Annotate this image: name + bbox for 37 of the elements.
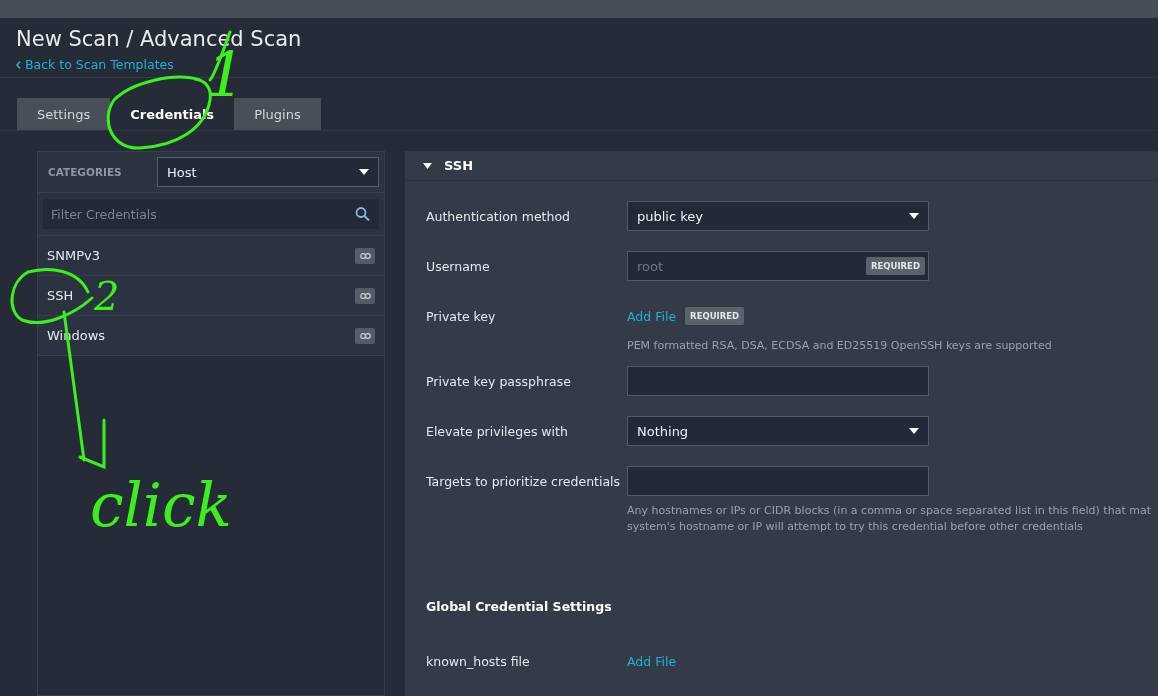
categories-label: CATEGORIES [48, 166, 122, 178]
required-badge: REQUIRED [865, 257, 925, 275]
tab[interactable]: Settings [17, 98, 111, 130]
annotation-text: 2 [94, 276, 120, 316]
field-label: Authentication method [426, 208, 571, 224]
help-text: Any hostnames or IPs or CIDR blocks (in a comma or space separated list in this field) that mat system's hostname or IP will attempt to try this credential before other credentials [627, 503, 1151, 535]
help-text: PEM formatted RSA, DSA, ECDSA and ED25519 OpenSSH keys are supported [627, 338, 1052, 354]
select-field[interactable]: Nothing [627, 416, 929, 446]
credential-item[interactable]: SNMPv3 [38, 236, 384, 276]
back-link[interactable]: Back to Scan Templates [16, 57, 174, 72]
field-label: known_hosts file [426, 653, 531, 669]
input-field[interactable] [627, 466, 929, 496]
link-icon [355, 287, 375, 304]
category-select[interactable]: Host [157, 157, 379, 187]
filter-field[interactable]: Filter Credentials [43, 199, 379, 229]
field-label: Elevate privileges with [426, 423, 569, 439]
dropdown-caret-icon [909, 213, 919, 219]
dropdown-caret-icon [909, 428, 919, 434]
required-badge: REQUIRED [685, 307, 745, 325]
input-field[interactable] [627, 366, 929, 396]
add-file-link[interactable]: Add File [627, 653, 677, 669]
chevron-left-icon [16, 60, 21, 69]
select-field[interactable]: public key [627, 201, 929, 231]
field-label: Username [426, 258, 491, 274]
link-icon [355, 327, 375, 344]
field-label: Targets to prioritize credentials [426, 473, 622, 489]
section-subtitle: Global Credential Settings [426, 599, 613, 614]
field-label: Private key passphrase [426, 373, 572, 389]
tab[interactable]: Plugins [234, 98, 321, 130]
dropdown-caret-icon [359, 169, 369, 175]
link-icon [355, 247, 375, 264]
section-title: SSH [444, 158, 474, 173]
add-file-link[interactable]: Add File [627, 308, 677, 324]
caret-icon[interactable] [423, 162, 432, 169]
annotation-text: click [90, 475, 232, 535]
search-icon [355, 206, 370, 222]
field-label: Private key [426, 308, 497, 324]
